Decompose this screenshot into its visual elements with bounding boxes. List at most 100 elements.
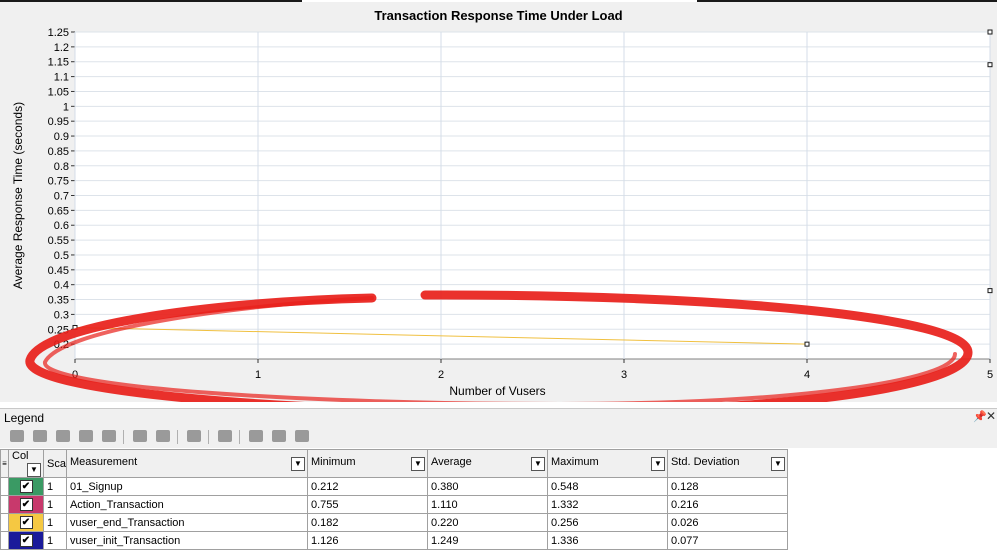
column-header-measurement[interactable]: Measurement ▼	[65, 449, 308, 478]
column-header-scale[interactable]: Sca	[43, 449, 67, 478]
std-deviation-cell: 0.026	[666, 513, 788, 532]
y-tick-label: 1.05	[48, 86, 69, 98]
measurement-cell: vuser_end_Transaction	[65, 513, 308, 532]
move-up-icon[interactable]	[249, 430, 263, 442]
row-selector[interactable]	[0, 531, 9, 550]
column-header-maximum[interactable]: Maximum ▼	[546, 449, 668, 478]
measurement-cell: 01_Signup	[65, 477, 308, 496]
y-tick-label: 0.5	[54, 250, 69, 262]
toolbar-separator	[123, 430, 124, 444]
y-axis-label: Average Response Time (seconds)	[11, 102, 25, 289]
dropdown-icon[interactable]: ▼	[530, 457, 545, 471]
link-icon[interactable]	[79, 430, 93, 442]
y-tick-label: 0.4	[54, 280, 69, 292]
maximum-cell: 1.332	[546, 495, 668, 514]
legend-toolbar	[0, 426, 997, 448]
average-cell: 0.220	[426, 513, 548, 532]
maximum-cell: 0.548	[546, 477, 668, 496]
x-tick-label: 3	[621, 369, 627, 381]
minimum-cell: 0.212	[306, 477, 428, 496]
row-selector[interactable]	[0, 513, 9, 532]
visible-checkbox[interactable]: ✔	[19, 498, 33, 511]
y-tick-label: 0.6	[54, 220, 69, 232]
table-row[interactable]: ✔ 1 vuser_end_Transaction 0.182 0.220 0.…	[0, 513, 788, 532]
dropdown-icon[interactable]: ▼	[650, 457, 665, 471]
chart-title: Transaction Response Time Under Load	[374, 8, 623, 23]
scale-cell: 1	[43, 495, 67, 514]
y-tick-label: 1.15	[48, 57, 69, 69]
table-row[interactable]: ✔ 1 vuser_init_Transaction 1.126 1.249 1…	[0, 531, 788, 550]
data-point	[804, 341, 810, 347]
y-tick-label: 1.1	[54, 72, 69, 84]
y-tick-label: 1.25	[48, 27, 69, 39]
y-tick-label: 0.85	[48, 146, 69, 158]
y-tick-label: 0.9	[54, 131, 69, 143]
y-tick-label: 0.7	[54, 191, 69, 203]
visible-checkbox[interactable]: ✔	[19, 516, 33, 529]
scale-cell: 1	[43, 513, 67, 532]
y-tick-label: 0.35	[48, 295, 69, 307]
std-deviation-cell: 0.128	[666, 477, 788, 496]
x-axis-label: Number of Vusers	[449, 384, 545, 398]
color-swatch[interactable]: ✔	[8, 531, 44, 550]
y-tick-label: 0.55	[48, 235, 69, 247]
x-tick-label: 5	[987, 369, 993, 381]
legend-grid: ≡ Col ▼ Sca Measurement ▼ Minimum ▼ Average…	[0, 449, 788, 550]
y-tick-label: 0.75	[48, 176, 69, 188]
hide-icon[interactable]	[156, 430, 170, 442]
row-selector-header[interactable]: ≡	[0, 449, 9, 478]
configure-icon[interactable]	[56, 430, 70, 442]
scale-cell: 1	[43, 531, 67, 550]
x-tick-label: 2	[438, 369, 444, 381]
y-tick-label: 1	[63, 101, 69, 113]
visible-checkbox[interactable]: ✔	[19, 534, 33, 547]
table-row[interactable]: ✔ 1 Action_Transaction 0.755 1.110 1.332…	[0, 495, 788, 514]
table-row[interactable]: ✔ 1 01_Signup 0.212 0.380 0.548 0.128	[0, 477, 788, 496]
dropdown-icon[interactable]: ▼	[770, 457, 785, 471]
export-icon[interactable]	[187, 430, 201, 442]
y-tick-label: 1.2	[54, 42, 69, 54]
measurement-cell: vuser_init_Transaction	[65, 531, 308, 550]
response-time-chart: 0.20.250.30.350.40.450.50.550.60.650.70.…	[11, 27, 993, 402]
show-icon[interactable]	[133, 430, 147, 442]
dropdown-icon[interactable]: ▼	[290, 457, 305, 471]
maximum-cell: 1.336	[546, 531, 668, 550]
filter-icon[interactable]	[102, 430, 116, 442]
dropdown-icon[interactable]: ▼	[27, 463, 41, 477]
data-point	[987, 288, 993, 294]
average-cell: 0.380	[426, 477, 548, 496]
y-tick-label: 0.3	[54, 309, 69, 321]
save-icon[interactable]	[295, 430, 309, 442]
y-tick-label: 0.95	[48, 116, 69, 128]
color-swatch[interactable]: ✔	[8, 495, 44, 514]
y-tick-label: 0.45	[48, 265, 69, 277]
column-header-std-deviation[interactable]: Std. Deviation ▼	[666, 449, 788, 478]
toolbar-separator	[177, 430, 178, 444]
column-header-average[interactable]: Average ▼	[426, 449, 548, 478]
y-tick-label: 0.65	[48, 205, 69, 217]
std-deviation-cell: 0.216	[666, 495, 788, 514]
pin-icon[interactable]: 📌	[973, 410, 987, 423]
scale-cell: 1	[43, 477, 67, 496]
dropdown-icon[interactable]: ▼	[410, 457, 425, 471]
data-point	[987, 62, 993, 68]
color-swatch[interactable]: ✔	[8, 477, 44, 496]
row-selector[interactable]	[0, 495, 9, 514]
row-selector[interactable]	[0, 477, 9, 496]
average-cell: 1.110	[426, 495, 548, 514]
color-swatch[interactable]: ✔	[8, 513, 44, 532]
add-measurement-icon[interactable]	[10, 430, 24, 442]
columns-icon[interactable]	[218, 430, 232, 442]
close-icon[interactable]: ✕	[986, 409, 996, 423]
x-tick-label: 4	[804, 369, 810, 381]
maximum-cell: 0.256	[546, 513, 668, 532]
remove-measurement-icon[interactable]	[33, 430, 47, 442]
data-point	[987, 29, 993, 35]
visible-checkbox[interactable]: ✔	[19, 480, 33, 493]
toolbar-separator	[208, 430, 209, 444]
column-header-minimum[interactable]: Minimum ▼	[306, 449, 428, 478]
std-deviation-cell: 0.077	[666, 531, 788, 550]
column-header-col[interactable]: Col ▼	[8, 449, 44, 478]
legend-header: Legend 📌 ✕	[0, 408, 997, 427]
move-down-icon[interactable]	[272, 430, 286, 442]
